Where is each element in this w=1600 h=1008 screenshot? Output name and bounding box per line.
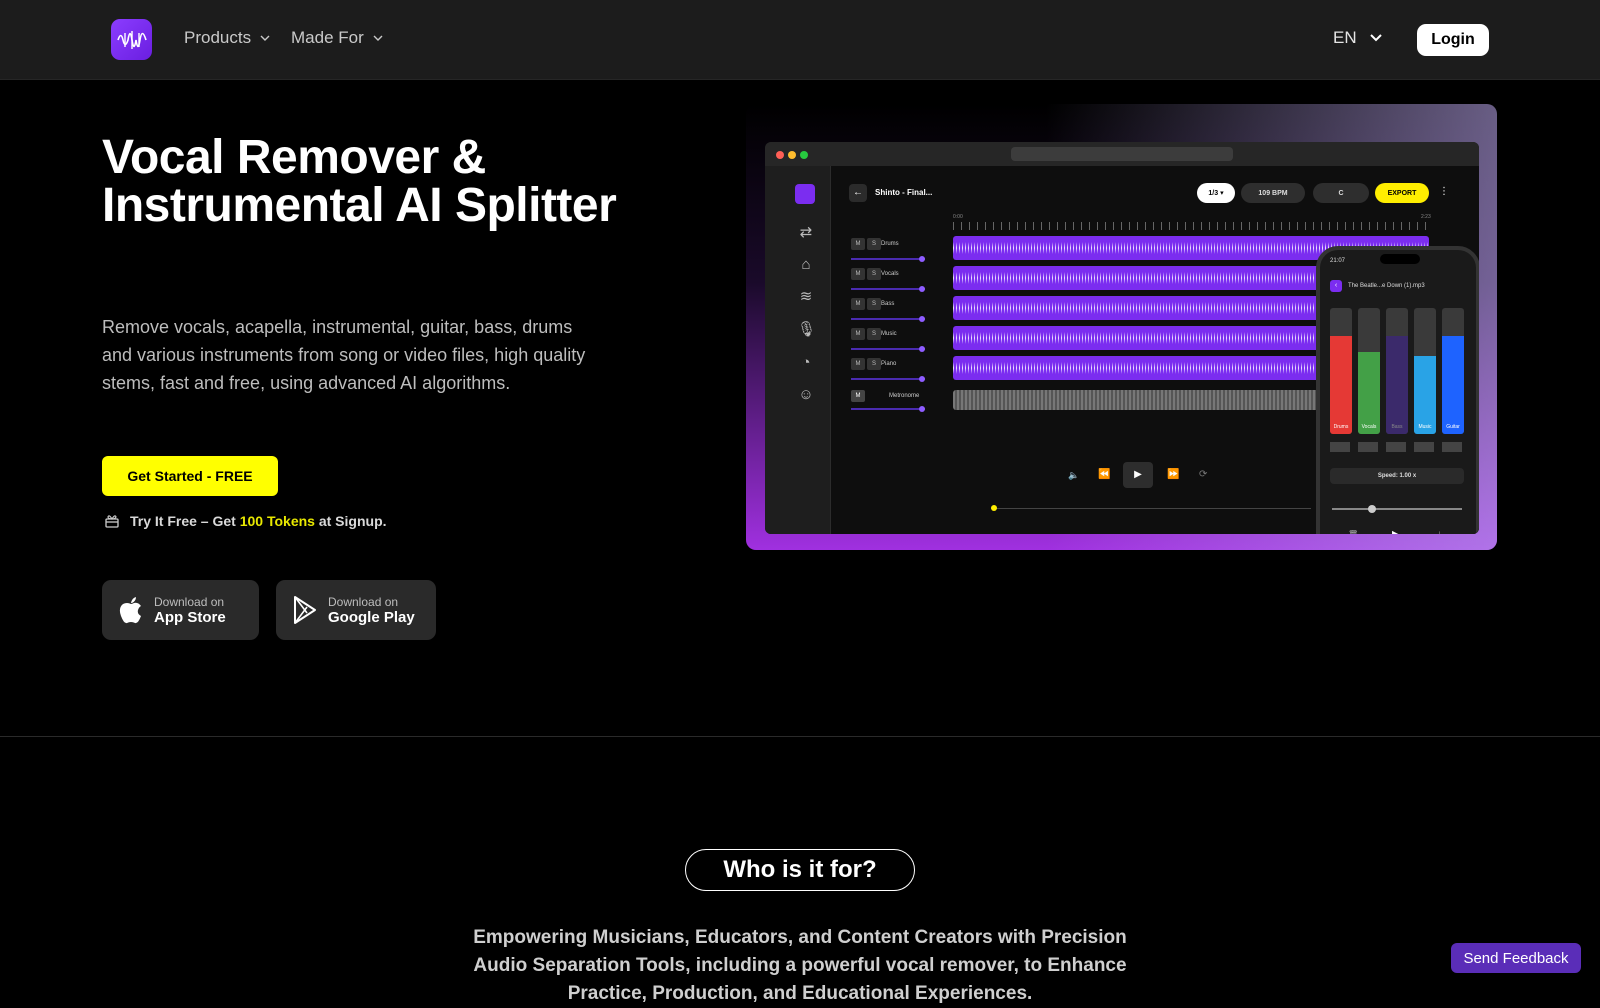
trash-icon[interactable]: 🗑 bbox=[1348, 530, 1358, 534]
send-feedback-button[interactable]: Send Feedback bbox=[1451, 943, 1581, 973]
phone-time: 21:07 bbox=[1330, 258, 1346, 264]
tokens-highlight: 100 Tokens bbox=[239, 513, 315, 529]
time-end: 2:23 bbox=[1421, 214, 1431, 220]
nav-made-for-label: Made For bbox=[291, 28, 364, 47]
chevron-down-icon bbox=[1369, 34, 1382, 42]
app-store-button[interactable]: Download on App Store bbox=[102, 580, 259, 640]
seek-bar[interactable] bbox=[991, 508, 1311, 509]
editor-sidebar: ⇄ ⌂ ≋ 🎙 ◔ ☺ bbox=[765, 166, 831, 534]
nav-made-for[interactable]: Made For bbox=[291, 28, 384, 48]
login-button[interactable]: Login bbox=[1417, 24, 1489, 56]
mute-solo-row[interactable] bbox=[1330, 442, 1464, 452]
phone-back-icon[interactable]: ‹ bbox=[1330, 280, 1342, 292]
nav-products-label: Products bbox=[184, 28, 252, 47]
tokens-suffix: at Signup. bbox=[314, 513, 387, 529]
language-label: EN bbox=[1333, 28, 1357, 47]
phone-speed-control[interactable]: Speed: 1.00 x bbox=[1330, 468, 1464, 484]
loop-icon[interactable]: ⟳ bbox=[1199, 469, 1207, 480]
hero-mockup: ⇄ ⌂ ≋ 🎙 ◔ ☺ ← Shinto - Final... 1/3 ▾ 10… bbox=[746, 104, 1497, 550]
hero-title: Vocal Remover & Instrumental AI Splitter bbox=[102, 131, 617, 232]
rewind-icon[interactable]: ⏪ bbox=[1098, 469, 1110, 480]
app-store-small: Download on bbox=[154, 594, 225, 609]
project-title: Shinto - Final... bbox=[875, 188, 933, 197]
time-start: 0:00 bbox=[953, 214, 963, 220]
play-button[interactable]: ▶ bbox=[1123, 462, 1153, 488]
fader-bass[interactable]: Bass bbox=[1386, 308, 1408, 434]
logo[interactable] bbox=[111, 19, 152, 60]
tokens-prefix: Try It Free – Get bbox=[130, 513, 240, 529]
phone-mockup: 21:07 ‹ The Beatle...e Down (1).mp3 Drum… bbox=[1316, 246, 1479, 534]
phone-seek-bar[interactable] bbox=[1332, 508, 1462, 510]
top-navbar: Products Made For EN Login bbox=[0, 0, 1600, 80]
fader-music[interactable]: Music bbox=[1414, 308, 1436, 434]
get-started-button[interactable]: Get Started - FREE bbox=[102, 456, 278, 496]
hero-description: Remove vocals, acapella, instrumental, g… bbox=[102, 317, 586, 393]
more-icon[interactable]: ⋮ bbox=[1439, 186, 1449, 197]
key-control[interactable]: C bbox=[1313, 183, 1369, 203]
user-icon: ☺ bbox=[798, 386, 814, 403]
download-icon[interactable]: ⤓ bbox=[1438, 530, 1442, 534]
apple-icon bbox=[119, 597, 141, 624]
export-button[interactable]: EXPORT bbox=[1375, 183, 1429, 203]
app-window: ⇄ ⌂ ≋ 🎙 ◔ ☺ ← Shinto - Final... 1/3 ▾ 10… bbox=[765, 142, 1479, 534]
nav-products[interactable]: Products bbox=[184, 28, 271, 48]
broom-icon: ⌂ bbox=[801, 256, 811, 273]
seek-thumb[interactable] bbox=[991, 505, 997, 511]
section-divider bbox=[0, 736, 1600, 737]
language-selector[interactable]: EN bbox=[1333, 28, 1383, 48]
gauge-icon: ◔ bbox=[801, 354, 811, 371]
google-play-button[interactable]: Download on Google Play bbox=[276, 580, 436, 640]
fader-vocals[interactable]: Vocals bbox=[1358, 308, 1380, 434]
chevron-down-icon bbox=[373, 35, 383, 41]
timeline-ruler bbox=[953, 222, 1429, 230]
app-logo-icon bbox=[795, 184, 815, 204]
app-store-big: App Store bbox=[154, 608, 226, 626]
editor-area: ← Shinto - Final... 1/3 ▾ 109 BPM C EXPO… bbox=[831, 166, 1479, 534]
who-is-it-for-heading: Who is it for? bbox=[685, 849, 915, 891]
fast-forward-icon[interactable]: ⏩ bbox=[1167, 469, 1179, 480]
fader-guitar[interactable]: Guitar bbox=[1442, 308, 1464, 434]
who-description: Empowering Musicians, Educators, and Con… bbox=[473, 927, 1127, 1004]
tokens-note: Try It Free – Get 100 Tokens at Signup. bbox=[104, 513, 387, 529]
microphone-icon: 🎙 bbox=[797, 321, 817, 338]
phone-play-icon[interactable]: ▶ bbox=[1392, 528, 1400, 534]
waveform-logo-icon bbox=[116, 30, 147, 49]
gift-icon bbox=[105, 515, 119, 528]
tempo-control[interactable]: 1/3 ▾ bbox=[1197, 183, 1235, 203]
chevron-down-icon bbox=[260, 35, 270, 41]
fader-drums[interactable]: Drums bbox=[1330, 308, 1352, 434]
back-arrow-icon[interactable]: ← bbox=[849, 184, 867, 202]
waveform-icon: ≋ bbox=[799, 288, 813, 305]
google-play-icon bbox=[294, 596, 316, 624]
phone-seek-thumb[interactable] bbox=[1368, 505, 1376, 513]
split-icon: ⇄ bbox=[799, 224, 813, 241]
phone-file-name: The Beatle...e Down (1).mp3 bbox=[1348, 283, 1425, 289]
bpm-control[interactable]: 109 BPM bbox=[1241, 183, 1305, 203]
google-play-big: Google Play bbox=[328, 608, 415, 626]
google-play-small: Download on bbox=[328, 594, 399, 609]
volume-icon[interactable]: 🔈 bbox=[1068, 470, 1079, 481]
